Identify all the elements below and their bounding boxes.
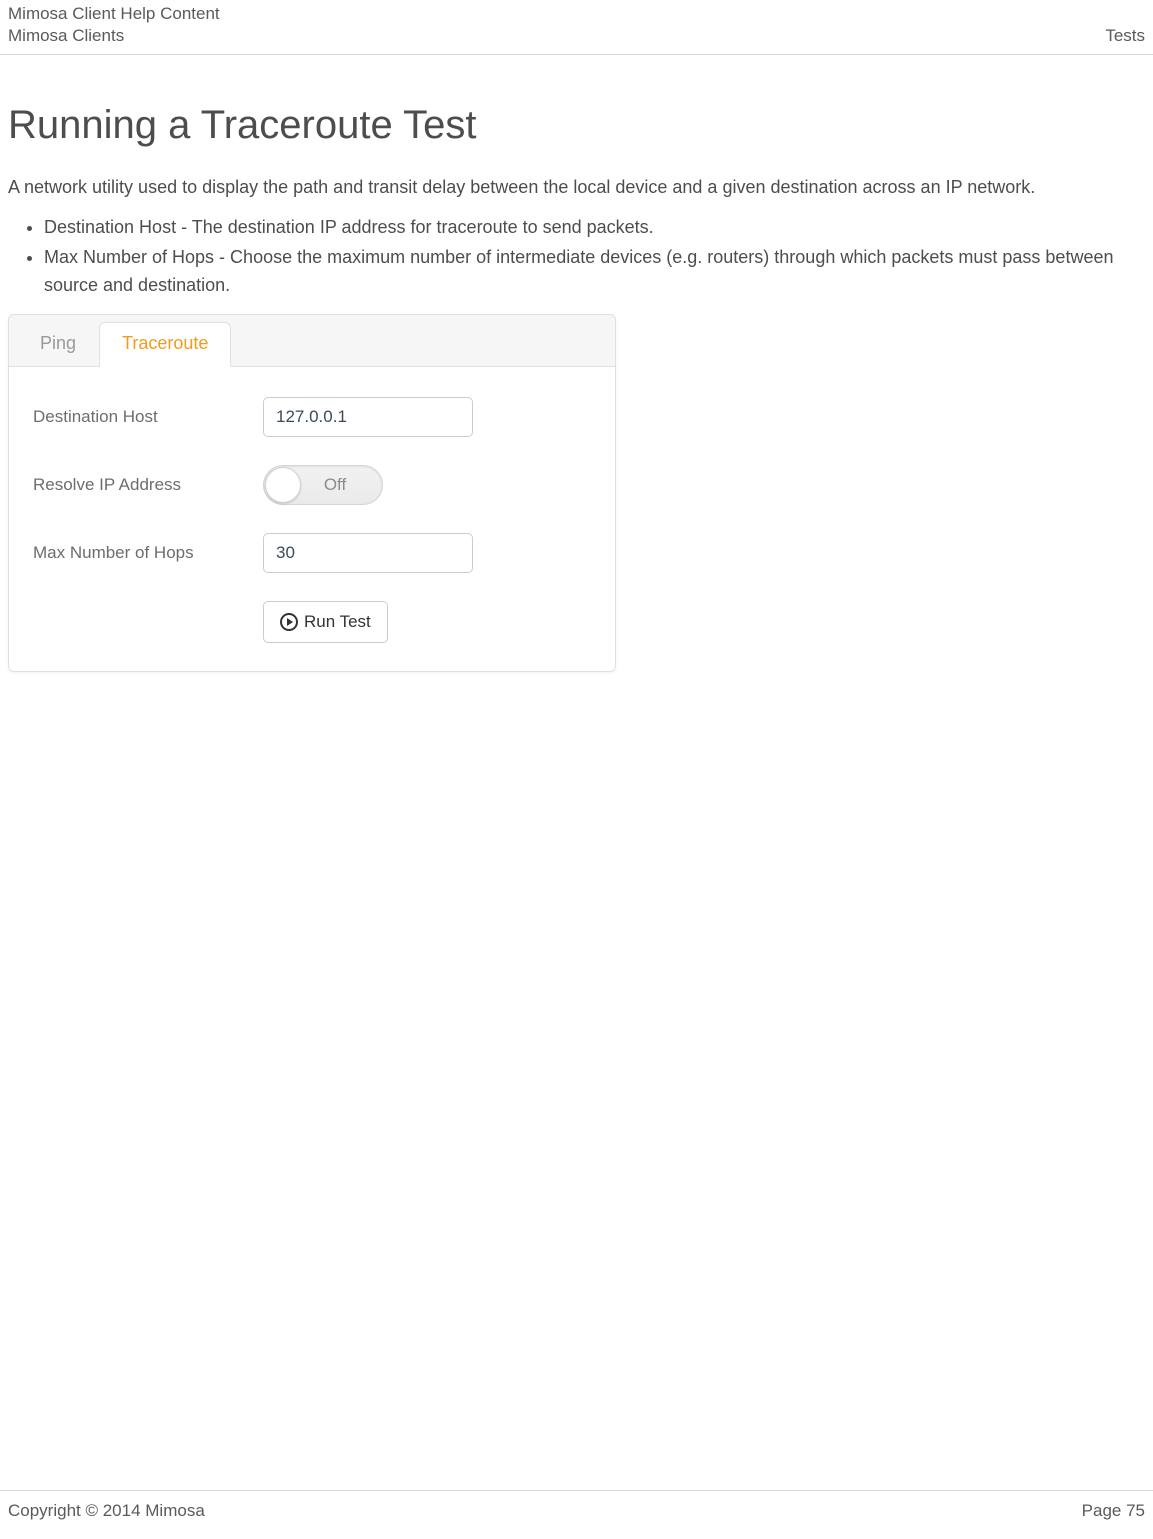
play-circle-icon [280, 613, 298, 631]
doc-header: Mimosa Client Help Content Mimosa Client… [0, 0, 1153, 55]
header-breadcrumb-right: Tests [1105, 26, 1145, 46]
run-test-label: Run Test [304, 612, 371, 632]
row-run: Run Test [33, 601, 591, 643]
page-title: Running a Traceroute Test [8, 103, 1145, 148]
tab-bar: Ping Traceroute [9, 315, 615, 367]
list-item: Max Number of Hops - Choose the maximum … [44, 244, 1145, 300]
tab-ping[interactable]: Ping [17, 322, 99, 367]
max-hops-input[interactable] [263, 533, 473, 573]
panel-body: Destination Host Resolve IP Address Off … [9, 367, 615, 671]
row-destination-host: Destination Host [33, 397, 591, 437]
label-max-hops: Max Number of Hops [33, 543, 263, 563]
header-line-1: Mimosa Client Help Content [8, 4, 1145, 24]
traceroute-panel: Ping Traceroute Destination Host Resolve… [8, 314, 616, 672]
header-breadcrumb-left: Mimosa Clients [8, 26, 124, 46]
list-item: Destination Host - The destination IP ad… [44, 214, 1145, 242]
doc-footer: Copyright © 2014 Mimosa Page 75 [0, 1490, 1153, 1539]
destination-host-input[interactable] [263, 397, 473, 437]
label-destination-host: Destination Host [33, 407, 263, 427]
tab-traceroute[interactable]: Traceroute [99, 322, 231, 367]
label-resolve-ip: Resolve IP Address [33, 475, 263, 495]
run-test-button[interactable]: Run Test [263, 601, 388, 643]
intro-paragraph: A network utility used to display the pa… [8, 170, 1145, 204]
row-resolve-ip: Resolve IP Address Off [33, 465, 591, 505]
footer-page: Page 75 [1082, 1501, 1145, 1521]
main-content: Running a Traceroute Test A network util… [0, 55, 1153, 1490]
resolve-ip-toggle[interactable]: Off [263, 465, 383, 505]
row-max-hops: Max Number of Hops [33, 533, 591, 573]
bullet-list: Destination Host - The destination IP ad… [44, 214, 1145, 300]
footer-copyright: Copyright © 2014 Mimosa [8, 1501, 205, 1521]
toggle-knob [265, 467, 301, 503]
